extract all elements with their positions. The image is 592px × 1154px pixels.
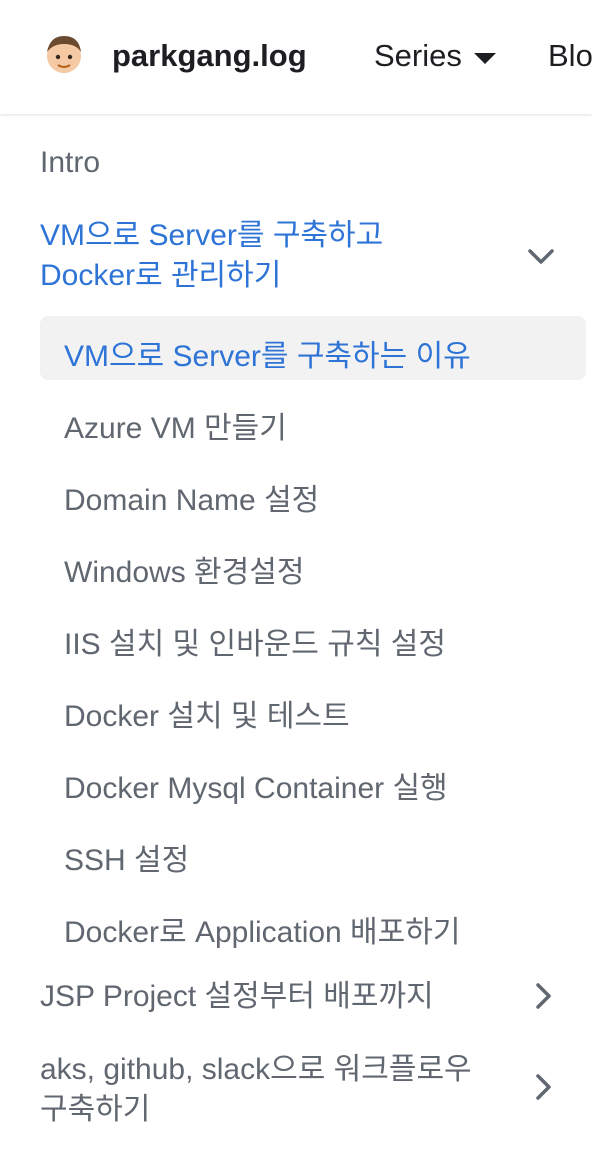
avatar[interactable] [42, 32, 86, 76]
chevron-right-icon[interactable] [528, 1072, 558, 1102]
nav-series-dropdown[interactable]: Series [374, 38, 496, 74]
nav-series-label: Series [374, 38, 462, 73]
sidebar-item-vm-server-reason[interactable]: VM으로 Server를 구축하는 이유 [64, 331, 471, 375]
sidebar-item-iis-setup[interactable]: IIS 설치 및 인바운드 규칙 설정 [64, 619, 446, 663]
sidebar-category-vm-docker[interactable]: VM으로 Server를 구축하고 Docker로 관리하기 [40, 216, 420, 296]
sidebar-item-docker-install[interactable]: Docker 설치 및 테스트 [64, 691, 350, 735]
sidebar-item-intro[interactable]: Intro [40, 146, 100, 180]
chevron-right-icon[interactable] [528, 981, 558, 1011]
nav-blog-link[interactable]: Blo [548, 38, 592, 74]
sidebar-item-domain-name[interactable]: Domain Name 설정 [64, 475, 319, 519]
site-title[interactable]: parkgang.log [112, 38, 307, 74]
sidebar-item-docker-deploy[interactable]: Docker로 Application 배포하기 [64, 907, 460, 951]
top-navbar: parkgang.log Series Blo [0, 0, 592, 114]
sidebar-category-jsp-project[interactable]: JSP Project 설정부터 배포까지 [40, 977, 480, 1017]
sidebar-category-aks-workflow[interactable]: aks, github, slack으로 워크플로우 구축하기 [40, 1050, 480, 1130]
sidebar-item-azure-vm[interactable]: Azure VM 만들기 [64, 403, 287, 447]
sidebar-item-docker-mysql[interactable]: Docker Mysql Container 실행 [64, 763, 448, 807]
sidebar-item-windows-env[interactable]: Windows 환경설정 [64, 547, 304, 591]
chevron-down-icon[interactable] [526, 241, 556, 271]
caret-down-icon [473, 52, 496, 64]
sidebar-item-ssh[interactable]: SSH 설정 [64, 835, 189, 879]
